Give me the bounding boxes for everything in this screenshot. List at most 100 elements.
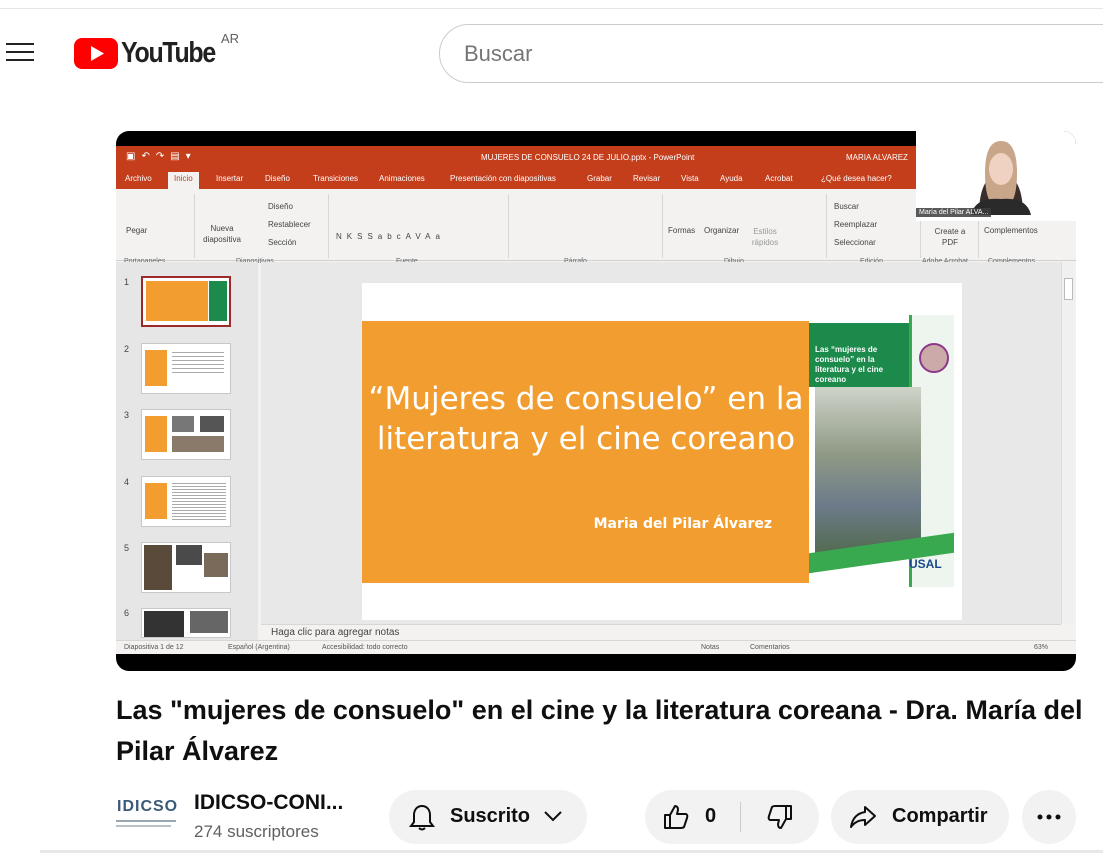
ribbon-tab: Insertar	[216, 174, 244, 183]
notes-placeholder: Haga clic para agregar notas	[261, 624, 1061, 640]
slide-number: 6	[124, 608, 130, 618]
status-language: Español (Argentina)	[228, 644, 290, 651]
poster-film-image	[815, 387, 921, 555]
webcam-name-label: María del Pilar ALVA...	[916, 208, 992, 217]
status-zoom: 63%	[1034, 644, 1049, 651]
ribbon-divider	[328, 194, 329, 258]
replace-label: Reemplazar	[834, 220, 878, 229]
quick-styles-label: Estilos rápidos	[751, 227, 779, 247]
paste-label: Pegar	[126, 226, 148, 235]
ribbon-tab: Animaciones	[379, 174, 425, 183]
video-player[interactable]: ▣↶↷▤▾ MUJERES DE CONSUELO 24 DE JULIO.pp…	[116, 131, 1076, 671]
arrange-label: Organizar	[704, 226, 740, 235]
channel-name[interactable]: IDICSO-CONI...	[194, 791, 343, 815]
ppt-window-title: MUJERES DE CONSUELO 24 DE JULIO.pptx - P…	[481, 153, 695, 162]
status-accessibility: Accesibilidad: todo correcto	[322, 644, 408, 651]
quick-access-icons: ▣↶↷▤▾	[126, 151, 197, 162]
find-label: Buscar	[834, 202, 859, 211]
create-pdf-label: Create a PDF	[934, 227, 966, 247]
shapes-label: Formas	[668, 226, 696, 235]
top-border	[0, 0, 1103, 9]
slide-editing-area: “Mujeres de consuelo” en la literatura y…	[261, 262, 1061, 624]
channel-logo-text: IDICSO	[117, 798, 179, 815]
ribbon-tab: Presentación con diapositivas	[450, 174, 556, 183]
poster-logo: USAL	[909, 557, 942, 571]
new-slide-label: Nueva diapositiva	[203, 224, 241, 244]
ribbon-tab: Ayuda	[720, 174, 743, 183]
ribbon-tab: Grabar	[587, 174, 612, 183]
ribbon-tab: Revisar	[633, 174, 661, 183]
channel-avatar[interactable]: IDICSO	[116, 796, 178, 836]
slide-number: 1	[124, 277, 130, 287]
thumbs-up-icon	[664, 805, 689, 829]
poster-header: Las “mujeres de consuelo” en la literatu…	[809, 323, 909, 387]
youtube-play-icon	[74, 37, 118, 69]
slide-title: “Mujeres de consuelo” en la literatura y…	[368, 381, 804, 457]
subscriber-count: 274 suscriptores	[194, 822, 319, 841]
status-notes: Notas	[701, 644, 720, 651]
ribbon-tab-active: Inicio	[168, 172, 199, 189]
country-code: AR	[221, 31, 240, 46]
ribbon-tab: Acrobat	[765, 174, 793, 183]
presenter-webcam-image	[971, 141, 1031, 215]
share-button[interactable]: Compartir	[831, 790, 1009, 844]
ribbon-tab: Vista	[681, 174, 699, 183]
ribbon-tab: Diseño	[265, 174, 290, 183]
ribbon-tab: Archivo	[125, 174, 152, 183]
bell-icon	[409, 804, 435, 831]
slide-thumbnails-pane: 1 2 3 4 5 6	[116, 262, 258, 640]
reset-label: Restablecer	[268, 220, 311, 229]
status-slide-count: Diapositiva 1 de 12	[124, 644, 184, 651]
like-count: 0	[705, 805, 717, 827]
addins-label: Complementos	[984, 226, 1038, 235]
subscribed-button[interactable]: Suscrito	[389, 790, 587, 844]
event-poster: Las “mujeres de consuelo” en la literatu…	[809, 315, 954, 587]
slide-number: 2	[124, 344, 130, 354]
ribbon-divider	[662, 194, 663, 258]
slide-number: 5	[124, 543, 130, 553]
more-horizontal-icon	[1037, 814, 1061, 820]
dislike-button[interactable]	[741, 790, 819, 844]
slide-number: 4	[124, 477, 130, 487]
logo-wordmark: YouTube	[121, 36, 216, 69]
slide-scrollbar	[1061, 262, 1075, 624]
like-dislike-group: 0	[645, 790, 819, 844]
slide-thumbnail	[141, 608, 231, 638]
subscribed-label: Suscrito	[450, 805, 531, 827]
ribbon-divider	[508, 194, 509, 258]
youtube-logo[interactable]: YouTube	[74, 36, 230, 70]
slide-orange-panel: “Mujeres de consuelo” en la literatura y…	[362, 321, 810, 583]
slide-thumbnail	[141, 476, 231, 527]
ribbon-tab: ¿Qué desea hacer?	[821, 174, 892, 183]
font-format-icons: NKSSabcAVAa	[336, 232, 445, 241]
ribbon-divider	[826, 194, 827, 258]
layout-label: Diseño	[268, 202, 293, 211]
slide-thumbnail	[141, 542, 231, 593]
current-slide: “Mujeres de consuelo” en la literatura y…	[362, 283, 962, 620]
like-button[interactable]: 0	[645, 790, 740, 844]
ribbon-tab: Transiciones	[313, 174, 359, 183]
search-input[interactable]	[439, 24, 1103, 83]
more-actions-button[interactable]	[1022, 790, 1076, 844]
ppt-status-bar: Diapositiva 1 de 12 Español (Argentina) …	[116, 640, 1076, 654]
ribbon-divider	[194, 194, 195, 258]
share-arrow-icon	[850, 806, 876, 828]
ppt-user: MARIA ALVAREZ	[846, 153, 908, 162]
thumbs-down-icon	[767, 805, 792, 829]
chevron-down-icon	[544, 811, 562, 822]
menu-icon[interactable]	[6, 40, 36, 64]
slide-thumbnail	[141, 409, 231, 460]
powerpoint-screen-share: ▣↶↷▤▾ MUJERES DE CONSUELO 24 DE JULIO.pp…	[116, 146, 1076, 654]
slide-author: Maria del Pilar Álvarez	[593, 516, 772, 532]
poster-title: Las “mujeres de consuelo” en la literatu…	[815, 345, 884, 384]
slide-number: 3	[124, 410, 130, 420]
ppt-title-bar: ▣↶↷▤▾ MUJERES DE CONSUELO 24 DE JULIO.pp…	[116, 146, 916, 169]
status-comments: Comentarios	[750, 644, 790, 651]
video-title: Las "mujeres de consuelo" en el cine y l…	[116, 695, 1083, 766]
slide-thumbnail	[141, 276, 231, 327]
share-label: Compartir	[892, 805, 988, 827]
section-label: Sección	[268, 238, 297, 247]
select-label: Seleccionar	[834, 238, 876, 247]
slide-thumbnail	[141, 343, 231, 394]
youtube-watch-page: YouTube AR ▣↶↷▤▾ MUJERES DE CONSUELO 24 …	[0, 0, 1103, 853]
